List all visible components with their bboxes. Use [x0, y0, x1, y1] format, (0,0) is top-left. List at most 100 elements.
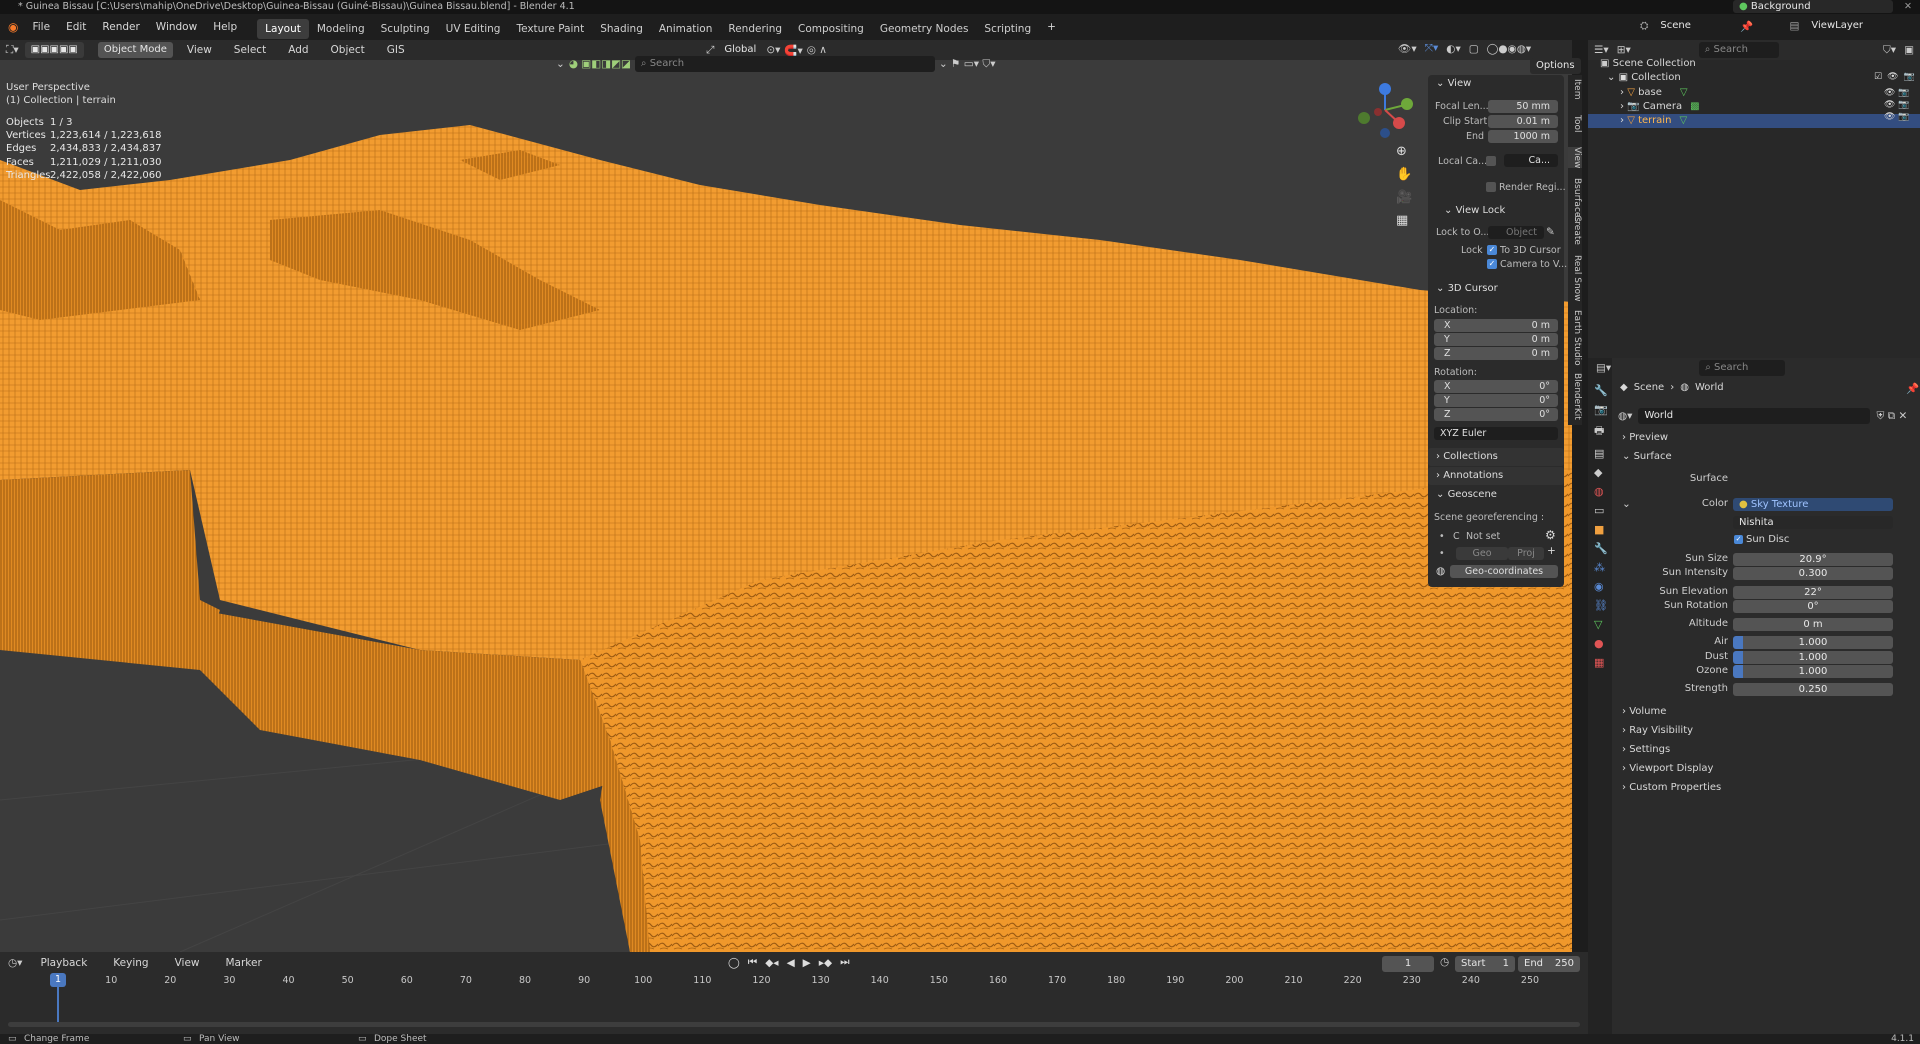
add-workspace-icon[interactable]: +: [1039, 14, 1064, 40]
world-name-field[interactable]: World: [1638, 408, 1871, 424]
current-frame-field[interactable]: 1: [1382, 956, 1434, 972]
3d-viewport[interactable]: [0, 40, 1572, 952]
tab-blenderkit[interactable]: BlenderKit: [1568, 373, 1582, 420]
menu-help[interactable]: Help: [205, 14, 245, 40]
camera-to-view-checkbox[interactable]: ✓: [1487, 259, 1497, 269]
tab-uv-editing[interactable]: UV Editing: [438, 19, 509, 39]
checkbox-icon[interactable]: ☑: [1874, 72, 1882, 82]
tab-geometry-nodes[interactable]: Geometry Nodes: [872, 19, 977, 39]
playhead[interactable]: 1: [50, 973, 66, 987]
start-frame-field[interactable]: Start 1: [1455, 956, 1515, 972]
jump-start-icon[interactable]: ⏮: [748, 956, 757, 969]
new-collection-icon[interactable]: ▣: [1904, 44, 1914, 56]
tab-modeling[interactable]: Modeling: [309, 19, 373, 39]
world-datablock-icon[interactable]: ◍▾: [1618, 410, 1632, 422]
end-frame-field[interactable]: End 250: [1518, 956, 1580, 972]
pan-hand-icon[interactable]: ✋: [1396, 167, 1412, 182]
menu-file[interactable]: File: [24, 14, 58, 40]
local-camera-field[interactable]: Ca...: [1504, 154, 1558, 167]
tool-tab-icon[interactable]: 🔧: [1594, 384, 1608, 397]
zoom-icon[interactable]: ⊕: [1396, 144, 1412, 159]
options-button[interactable]: Options: [1530, 58, 1581, 74]
viewport-display-panel-header[interactable]: › Viewport Display: [1622, 763, 1713, 774]
geo-coordinates-button[interactable]: Geo-coordinates: [1450, 565, 1558, 578]
timeline-menu-view[interactable]: View: [167, 955, 208, 971]
outliner-item-base[interactable]: › ▽ base ▽: [1620, 86, 1920, 100]
blender-logo-icon[interactable]: ◉: [0, 20, 24, 34]
scene-selector[interactable]: Scene: [1654, 18, 1735, 34]
visibility-icon[interactable]: 👁▾: [1398, 42, 1417, 55]
local-camera-checkbox[interactable]: [1486, 156, 1496, 166]
gizmo-icon[interactable]: ⤧▾: [1425, 42, 1439, 55]
viewlayer-selector[interactable]: ViewLayer: [1805, 18, 1886, 34]
tab-compositing[interactable]: Compositing: [790, 19, 872, 39]
jump-end-icon[interactable]: ⏭: [840, 956, 849, 969]
outliner-scene-collection[interactable]: ▣ Scene Collection: [1600, 57, 1920, 71]
sun-rotation-field[interactable]: 0°: [1733, 600, 1893, 613]
tab-scripting[interactable]: Scripting: [976, 19, 1039, 39]
pin-icon[interactable]: 📌: [1906, 382, 1919, 395]
tab-animation[interactable]: Animation: [651, 19, 721, 39]
sky-type-select[interactable]: Nishita: [1733, 516, 1893, 529]
proportional-edit-icon[interactable]: ◎ ∧: [807, 44, 827, 56]
pivot-icon[interactable]: ⊙▾: [766, 44, 780, 56]
scene-icon[interactable]: ⛭: [1640, 20, 1648, 33]
mode-selector[interactable]: Object Mode: [97, 42, 173, 58]
lock-to-object-field[interactable]: Object: [1488, 226, 1544, 239]
timeline-menu-marker[interactable]: Marker: [218, 955, 270, 971]
gear-icon[interactable]: ⚙: [1545, 528, 1556, 542]
sun-intensity-field[interactable]: 0.300: [1733, 567, 1893, 580]
surface-panel-header[interactable]: ⌄ Surface: [1622, 451, 1672, 462]
xray-icon[interactable]: ▢: [1469, 43, 1479, 55]
sun-size-field[interactable]: 20.9°: [1733, 553, 1893, 566]
eye-icon[interactable]: 👁 📷: [1884, 100, 1910, 110]
view-panel-header[interactable]: ⌄ View: [1428, 75, 1564, 93]
geoscene-panel-header[interactable]: ⌄ Geoscene: [1428, 486, 1497, 504]
outliner-search-input[interactable]: ⌕ Search: [1698, 42, 1779, 58]
view-layer-tab-icon[interactable]: ▤: [1594, 447, 1608, 460]
render-region-checkbox[interactable]: [1486, 182, 1496, 192]
viewport-menu-select[interactable]: Select: [226, 40, 274, 60]
view-lock-header[interactable]: ⌄ View Lock: [1436, 202, 1505, 220]
jump-keyframe-back-icon[interactable]: ◆◂: [765, 957, 778, 969]
select-mode-icons[interactable]: ▣▣▣▣▣: [24, 42, 84, 58]
viewlayer-icon[interactable]: ▤: [1789, 20, 1799, 32]
sun-elevation-field[interactable]: 22°: [1733, 586, 1893, 599]
timeline-menu-playback[interactable]: Playback: [32, 955, 95, 971]
play-reverse-icon[interactable]: ◀: [787, 957, 795, 969]
pin-icon[interactable]: 📌: [1740, 20, 1753, 33]
properties-search-input[interactable]: ⌕ Search: [1699, 360, 1786, 376]
camera-view-icon[interactable]: 🎥: [1396, 190, 1412, 205]
viewport-menu-view[interactable]: View: [179, 40, 220, 60]
collections-panel-header[interactable]: › Collections: [1428, 448, 1564, 466]
object-tab-icon[interactable]: ■: [1594, 523, 1608, 536]
tab-texture-paint[interactable]: Texture Paint: [508, 19, 592, 39]
menu-edit[interactable]: Edit: [58, 14, 94, 40]
jump-keyframe-forward-icon[interactable]: ▸◆: [819, 957, 832, 969]
outliner-item-camera[interactable]: › 📷 Camera ▩: [1620, 100, 1920, 114]
cursor-location-x[interactable]: X 0 m: [1434, 319, 1558, 332]
play-icon[interactable]: ▶: [803, 957, 811, 969]
world-tab-icon[interactable]: ◍: [1594, 485, 1608, 498]
altitude-field[interactable]: 0 m: [1733, 618, 1893, 631]
snap-icon[interactable]: 🧲▾: [784, 44, 802, 57]
timeline-editor-icon[interactable]: ◷▾: [8, 957, 22, 969]
auto-keying-icon[interactable]: ◯: [728, 957, 740, 969]
cursor-location-z[interactable]: Z 0 m: [1434, 347, 1558, 360]
tab-create[interactable]: Create: [1568, 215, 1582, 245]
editor-type-icon[interactable]: ⛶▾: [6, 44, 19, 57]
volume-panel-header[interactable]: › Volume: [1622, 706, 1666, 717]
tab-item[interactable]: Item: [1568, 79, 1582, 100]
camera-icon[interactable]: 📷: [1904, 72, 1915, 82]
filter-icon[interactable]: ⛉▾: [1883, 44, 1896, 57]
sun-disc-checkbox[interactable]: ✓: [1734, 535, 1743, 544]
custom-properties-panel-header[interactable]: › Custom Properties: [1622, 782, 1721, 793]
display-filter-icons[interactable]: ◕ ▣◧◨◩◪: [569, 58, 631, 70]
menu-window[interactable]: Window: [148, 14, 205, 40]
dust-field[interactable]: 1.000: [1733, 651, 1893, 664]
shading-modes-icon[interactable]: ◯●◉◍▾: [1487, 43, 1532, 55]
eye-icon[interactable]: 👁: [1887, 72, 1898, 82]
preview-panel-header[interactable]: › Preview: [1622, 432, 1668, 443]
3d-cursor-header[interactable]: ⌄ 3D Cursor: [1428, 280, 1498, 298]
menu-render[interactable]: Render: [94, 14, 147, 40]
